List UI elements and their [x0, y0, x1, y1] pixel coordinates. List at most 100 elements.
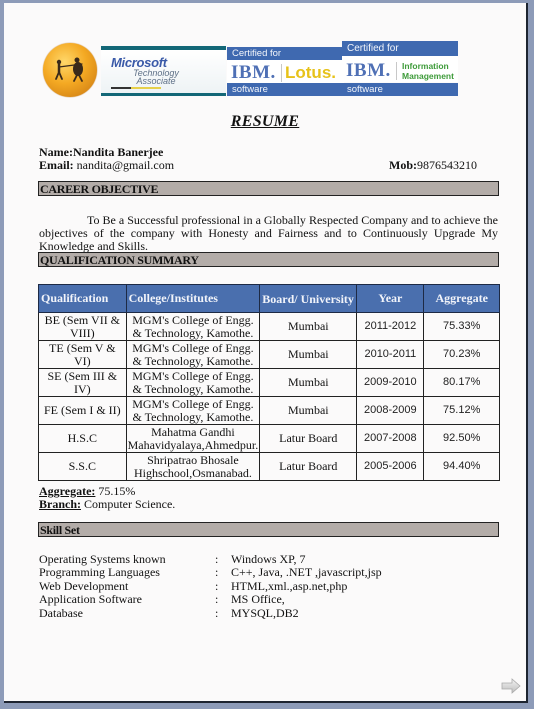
ms-line-2: Associate [136, 76, 176, 86]
skill-separator: : [215, 565, 219, 580]
cell-aggregate: 75.33% [423, 312, 500, 341]
info-line-1: Information [402, 61, 449, 71]
cell-qualification: H.S.C [38, 424, 127, 453]
cell-aggregate: 80.17% [423, 368, 500, 397]
skill-separator: : [215, 578, 219, 593]
aggregate-label: Aggregate: [39, 484, 96, 498]
skill-separator: : [215, 592, 219, 607]
qualification-table: Qualification College/Institutes Board/ … [38, 284, 500, 481]
table-row: H.S.C Mahatma Gandhi Mahavidyalaya,Ahmed… [38, 424, 500, 453]
logo-separator [281, 64, 282, 82]
cell-qualification: TE (Sem V & VI) [38, 340, 127, 369]
cell-board: Mumbai [259, 312, 358, 341]
certified-for-label: Certified for [342, 41, 458, 56]
skill-value: HTML,xml.,asp.net,php [231, 578, 348, 593]
skill-separator: : [215, 552, 219, 566]
skill-set-heading: Skill Set [38, 522, 499, 537]
cell-board: Mumbai [259, 368, 358, 397]
cell-college: Mahatma Gandhi Mahavidyalaya,Ahmedpur. [125, 424, 261, 453]
table-row: BE (Sem VII & VIII) MGM's College of Eng… [38, 312, 500, 341]
ms-foot-stripe [111, 87, 161, 89]
column-header-aggregate: Aggregate [423, 284, 500, 313]
software-label: software [227, 83, 344, 96]
email-label: Email: [39, 158, 74, 172]
table-row: SE (Sem III & IV) MGM's College of Engg.… [38, 368, 500, 397]
certification-banner: Microsoft Technology Associate Certified… [42, 41, 462, 99]
skill-row: Application Software : MS Office, [39, 592, 382, 607]
cell-year: 2010-2011 [356, 340, 425, 369]
cell-qualification: FE (Sem I & II) [38, 396, 127, 425]
cell-board: Mumbai [259, 396, 358, 425]
skill-label: Database [39, 605, 83, 620]
cell-college: MGM's College of Engg. & Technology, Kam… [125, 340, 261, 369]
email-value[interactable]: nandita@gmail.com [74, 158, 174, 172]
column-header-year: Year [356, 284, 425, 313]
email-line: Email: nandita@gmail.com [39, 158, 174, 173]
cell-year: 2009-2010 [356, 368, 425, 397]
ibm-logo: IBM. [231, 62, 276, 83]
skill-value: MS Office, [231, 592, 285, 607]
skill-list: Operating Systems known : Windows XP, 7 … [39, 552, 382, 620]
lotus-logo: Lotus. [285, 63, 336, 82]
table-row: FE (Sem I & II) MGM's College of Engg. &… [38, 396, 500, 425]
mobile-line: Mob:9876543210 [389, 158, 477, 173]
information-management-logo: Information Management [402, 61, 454, 81]
mobile-label: Mob: [389, 158, 417, 172]
cell-college: Shripatrao Bhosale Highschool,Osmanabad. [125, 452, 261, 481]
cell-qualification: SE (Sem III & IV) [38, 368, 127, 397]
next-arrow-icon[interactable] [501, 678, 521, 694]
cell-board: Latur Board [259, 424, 358, 453]
table-header-row: Qualification College/Institutes Board/ … [38, 284, 500, 313]
cell-aggregate: 70.23% [423, 340, 500, 369]
skill-label: Operating Systems known [39, 552, 166, 566]
ibm-info-logos: IBM. Information Management [342, 56, 458, 82]
cell-board: Latur Board [259, 452, 358, 481]
skill-row: Programming Languages : C++, Java, .NET … [39, 565, 382, 580]
info-line-2: Management [402, 71, 454, 81]
table-row: TE (Sem V & VI) MGM's College of Engg. &… [38, 340, 500, 369]
skill-label: Programming Languages [39, 565, 160, 580]
aggregate-value: 75.15% [95, 484, 136, 498]
skill-row: Database : MYSQL,DB2 [39, 605, 382, 620]
skill-label: Application Software [39, 592, 142, 607]
ibm-information-management-badge: Certified for IBM. Information Managemen… [342, 41, 458, 96]
column-header-qualification: Qualification [38, 284, 127, 313]
skill-label: Web Development [39, 578, 129, 593]
resume-title: RESUME [230, 113, 300, 130]
skill-value: MYSQL,DB2 [231, 605, 299, 620]
cell-college: MGM's College of Engg. & Technology, Kam… [125, 368, 261, 397]
qualification-summary-heading: QUALIFICATION SUMMARY [38, 252, 499, 267]
skill-separator: : [215, 605, 219, 620]
cell-college: MGM's College of Engg. & Technology, Kam… [125, 312, 261, 341]
cell-year: 2008-2009 [356, 396, 425, 425]
cell-qualification: BE (Sem VII & VIII) [38, 312, 127, 341]
certified-for-label: Certified for [227, 47, 344, 60]
resume-page: Microsoft Technology Associate Certified… [4, 3, 528, 703]
cell-aggregate: 92.50% [423, 424, 500, 453]
cell-year: 2011-2012 [356, 312, 425, 341]
ibm-logo: IBM. [346, 60, 391, 81]
cell-college: MGM's College of Engg. & Technology, Kam… [125, 396, 261, 425]
column-header-college: College/Institutes [125, 284, 261, 313]
cell-qualification: S.S.C [38, 452, 127, 481]
skill-row: Web Development : HTML,xml.,asp.net,php [39, 578, 382, 593]
career-objective-heading: CAREER OBJECTIVE [38, 181, 499, 196]
cell-year: 2005-2006 [356, 452, 425, 481]
column-header-board: Board/ University [259, 284, 358, 313]
cell-aggregate: 75.12% [423, 396, 500, 425]
skill-value: C++, Java, .NET ,javascript,jsp [231, 565, 382, 580]
ibm-lotus-badge: Certified for IBM. Lotus. software [227, 47, 344, 96]
tug-of-war-logo-icon [43, 43, 97, 97]
branch-value: Computer Science. [81, 497, 176, 511]
microsoft-technology-associate-badge: Microsoft Technology Associate [101, 46, 226, 96]
skill-value: Windows XP, 7 [231, 552, 306, 566]
cell-aggregate: 94.40% [423, 452, 500, 481]
cell-board: Mumbai [259, 340, 358, 369]
name-label: Name: [39, 145, 73, 159]
software-label: software [342, 83, 458, 96]
mobile-value: 9876543210 [417, 158, 477, 172]
branch-label: Branch: [39, 497, 81, 511]
skill-row: Operating Systems known : Windows XP, 7 [39, 552, 382, 566]
candidate-name: Nandita Banerjee [72, 145, 164, 159]
cell-year: 2007-2008 [356, 424, 425, 453]
